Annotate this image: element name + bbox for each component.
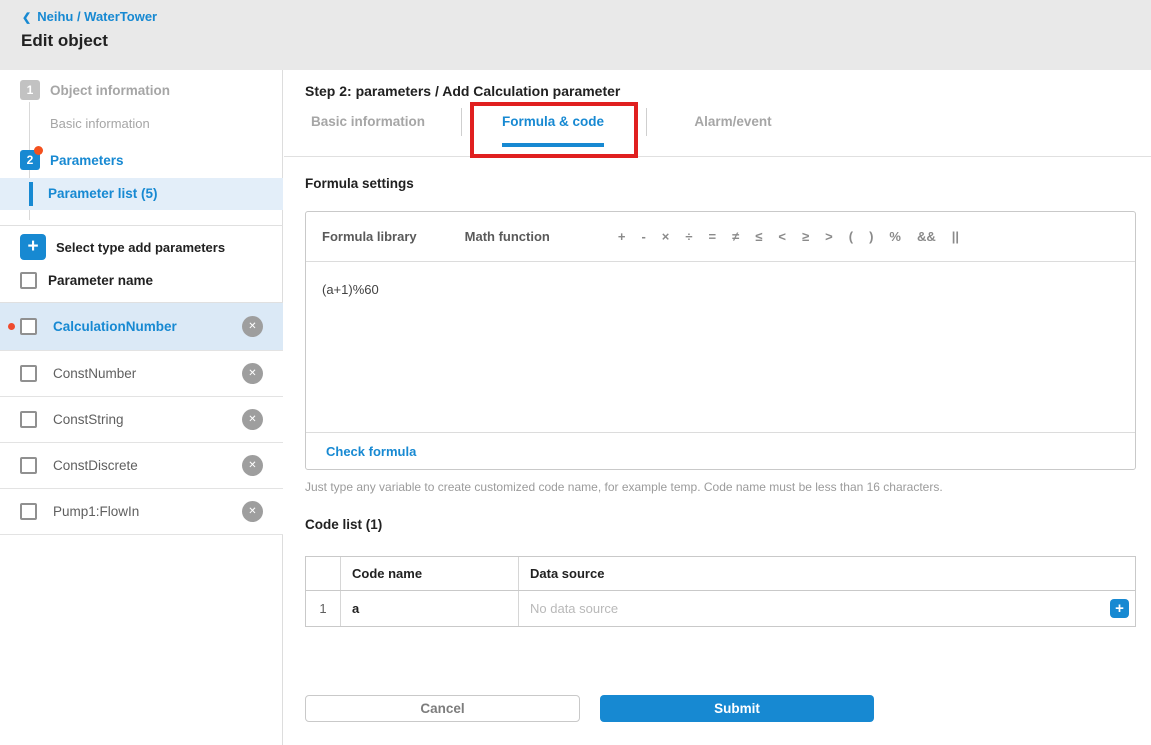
operator-greater-equal[interactable]: ≥	[802, 229, 809, 244]
parameter-checkbox[interactable]	[20, 365, 37, 382]
sidebar-item-basic-information[interactable]: Basic information	[50, 116, 150, 131]
operator-plus[interactable]: +	[618, 229, 626, 244]
code-name-hint-text: Just type any variable to create customi…	[305, 480, 943, 494]
code-name-value: a	[352, 601, 359, 616]
index-column-header	[306, 557, 341, 590]
modified-indicator-dot	[8, 323, 15, 330]
delete-parameter-icon[interactable]: ✕	[242, 363, 263, 384]
tab-basic-information[interactable]: Basic information	[311, 114, 425, 129]
operator-minus[interactable]: -	[641, 229, 645, 244]
plus-icon: +	[1115, 600, 1124, 617]
delete-parameter-icon[interactable]: ✕	[242, 455, 263, 476]
submit-button[interactable]: Submit	[600, 695, 874, 722]
parameter-checkbox[interactable]	[20, 318, 37, 335]
step1-number-badge: 1	[20, 80, 40, 100]
check-formula-row: Check formula	[306, 432, 1135, 469]
parameter-name: ConstDiscrete	[53, 458, 138, 473]
operator-divide[interactable]: ÷	[685, 229, 692, 244]
operator-open-paren[interactable]: (	[849, 229, 853, 244]
operator-and[interactable]: &&	[917, 229, 936, 244]
operator-modulo[interactable]: %	[889, 229, 901, 244]
formula-toolbar: Formula library Math function + - × ÷ = …	[306, 212, 1135, 262]
parameter-row-conststring[interactable]: ConstString ✕	[0, 397, 283, 443]
code-table-header-row: Code name Data source	[306, 557, 1135, 591]
parameter-list-label: Parameter list (5)	[48, 186, 158, 201]
page-header: ❮ Neihu / WaterTower Edit object	[0, 0, 1151, 70]
formula-settings-heading: Formula settings	[305, 176, 414, 191]
step2-alert-dot	[34, 146, 43, 155]
delete-parameter-icon[interactable]: ✕	[242, 316, 263, 337]
page-title: Edit object	[21, 31, 108, 51]
tabs-bottom-border	[284, 156, 1151, 157]
formula-input-area[interactable]: (a+1)%60	[306, 262, 1135, 432]
parameter-checkbox[interactable]	[20, 503, 37, 520]
add-data-source-button[interactable]: +	[1110, 599, 1129, 618]
formula-editor-box: Formula library Math function + - × ÷ = …	[305, 211, 1136, 470]
operator-not-equal[interactable]: ≠	[732, 229, 739, 244]
active-tab-underline	[502, 143, 604, 147]
close-icon: ✕	[248, 460, 256, 471]
operator-less-equal[interactable]: ≤	[755, 229, 762, 244]
parameter-checkbox[interactable]	[20, 457, 37, 474]
parameter-row-calculationnumber[interactable]: CalculationNumber ✕	[0, 303, 283, 351]
add-parameter-button[interactable]: +	[20, 234, 46, 260]
formula-library-menu[interactable]: Formula library	[322, 229, 417, 244]
parameter-name: Pump1:FlowIn	[53, 504, 139, 519]
close-icon: ✕	[248, 368, 256, 379]
tab-alarm-event[interactable]: Alarm/event	[694, 114, 771, 129]
tab-divider	[646, 108, 647, 136]
parameter-row-constnumber[interactable]: ConstNumber ✕	[0, 351, 283, 397]
tab-formula-and-code[interactable]: Formula & code	[502, 114, 604, 129]
parameter-name: ConstNumber	[53, 366, 136, 381]
close-icon: ✕	[248, 414, 256, 425]
delete-parameter-icon[interactable]: ✕	[242, 501, 263, 522]
sidebar-item-parameter-list[interactable]: Parameter list (5)	[0, 178, 283, 210]
breadcrumb[interactable]: ❮ Neihu / WaterTower	[22, 9, 157, 24]
operator-equals[interactable]: =	[709, 229, 717, 244]
delete-parameter-icon[interactable]: ✕	[242, 409, 263, 430]
operator-greater-than[interactable]: >	[825, 229, 833, 244]
close-icon: ✕	[248, 321, 256, 332]
code-list-table: Code name Data source 1 a No data source…	[305, 556, 1136, 627]
parameter-row-constdiscrete[interactable]: ConstDiscrete ✕	[0, 443, 283, 489]
parameter-checkbox[interactable]	[20, 411, 37, 428]
back-chevron-icon: ❮	[22, 12, 31, 24]
active-item-indicator-bar	[29, 182, 33, 206]
sidebar-stepper: 1 Object information Basic information 2…	[0, 70, 283, 745]
parameter-row-pump1flowin[interactable]: Pump1:FlowIn ✕	[0, 489, 283, 535]
edit-object-page: ❮ Neihu / WaterTower Edit object 1 Object…	[0, 0, 1151, 745]
operator-multiply[interactable]: ×	[662, 229, 670, 244]
add-parameters-row: + Select type add parameters	[0, 232, 283, 262]
tab-divider	[461, 108, 462, 136]
select-all-checkbox[interactable]	[20, 272, 37, 289]
red-highlight-annotation-box	[470, 102, 638, 158]
cancel-button[interactable]: Cancel	[305, 695, 580, 722]
math-function-menu[interactable]: Math function	[465, 229, 550, 244]
code-name-column-header: Code name	[352, 566, 422, 581]
parameter-name: CalculationNumber	[53, 319, 177, 334]
code-list-heading: Code list (1)	[305, 517, 382, 532]
plus-icon: +	[27, 236, 38, 258]
breadcrumb-label: Neihu / WaterTower	[37, 9, 157, 24]
close-icon: ✕	[248, 506, 256, 517]
code-table-row: 1 a No data source +	[306, 591, 1135, 626]
main-panel: Step 2: parameters / Add Calculation par…	[284, 70, 1151, 745]
operator-or[interactable]: ||	[952, 229, 959, 244]
sidebar-item-object-information[interactable]: Object information	[50, 83, 170, 98]
sidebar-divider	[0, 225, 283, 226]
parameter-name-header-row: Parameter name	[0, 268, 283, 292]
parameter-name-header: Parameter name	[48, 273, 153, 288]
add-parameters-label: Select type add parameters	[56, 240, 225, 255]
operator-close-paren[interactable]: )	[869, 229, 873, 244]
data-source-placeholder: No data source	[530, 601, 618, 616]
operator-buttons: + - × ÷ = ≠ ≤ < ≥ > ( ) % && ||	[618, 229, 959, 244]
operator-less-than[interactable]: <	[778, 229, 786, 244]
row-index: 1	[306, 591, 341, 626]
data-source-column-header: Data source	[530, 566, 604, 581]
parameter-name: ConstString	[53, 412, 124, 427]
check-formula-link[interactable]: Check formula	[326, 444, 416, 459]
sidebar-item-parameters[interactable]: Parameters	[50, 153, 124, 168]
step-title: Step 2: parameters / Add Calculation par…	[305, 83, 620, 99]
